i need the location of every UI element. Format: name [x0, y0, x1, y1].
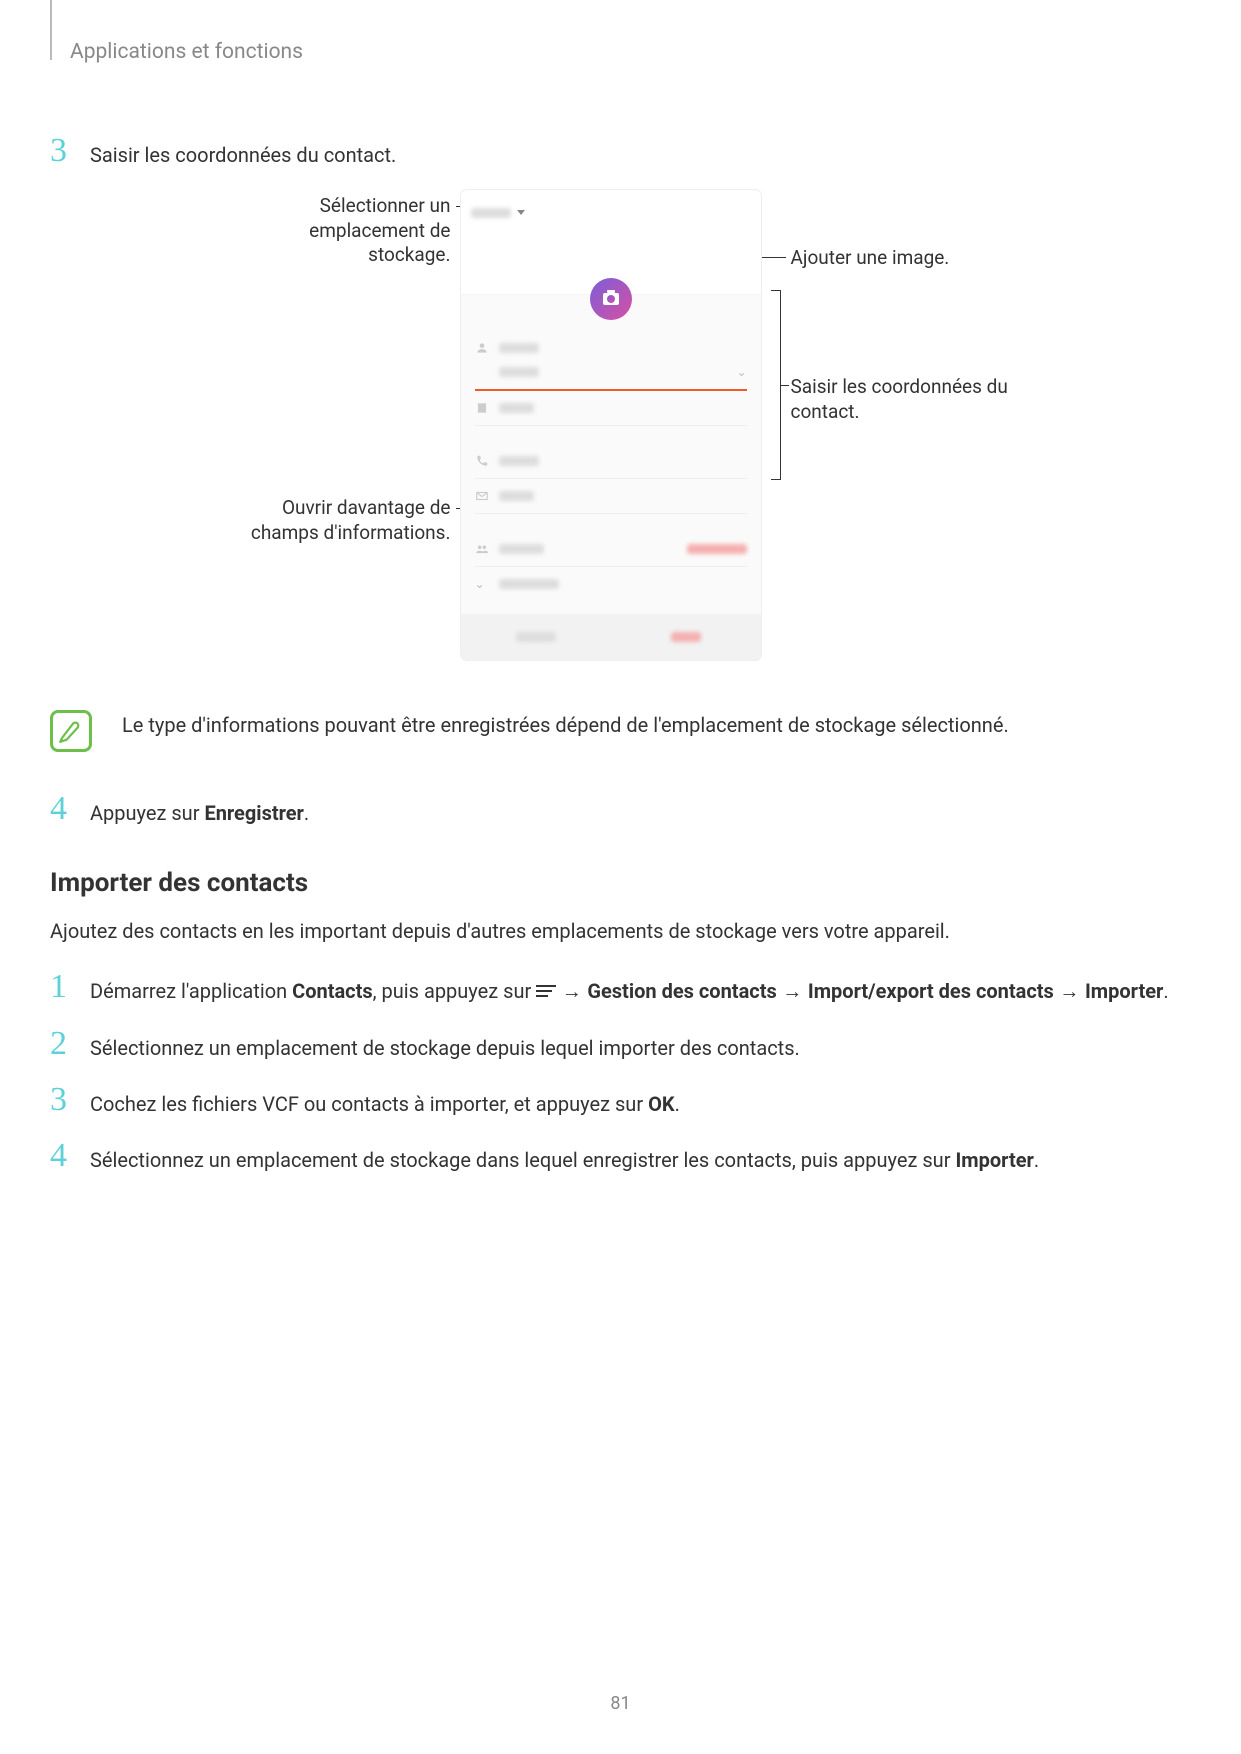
- step-text: Saisir les coordonnées du contact.: [90, 134, 396, 170]
- text-fragment: Cochez les fichiers VCF ou contacts à im…: [90, 1092, 648, 1116]
- step-number: 1: [50, 970, 90, 1004]
- section-intro: Ajoutez des contacts en les important de…: [50, 916, 1171, 946]
- step-number: 4: [50, 1139, 90, 1173]
- menu-icon: [536, 982, 556, 1000]
- step-number: 2: [50, 1027, 90, 1061]
- chevron-down-icon: [517, 210, 525, 215]
- field-name-first: Name: [475, 331, 747, 365]
- contact-edit-diagram: Sélectionner un emplacement de stockage.…: [201, 190, 1021, 670]
- step-3: 3 Saisir les coordonnées du contact.: [50, 134, 1171, 170]
- text-bold: Importer: [1085, 979, 1163, 1003]
- callout-storage: Sélectionner un emplacement de stockage.: [231, 194, 451, 268]
- not-assigned-label: Not assigned: [687, 544, 747, 554]
- field-name-last: Name ⌄: [475, 365, 747, 391]
- field-placeholder: Groups: [499, 544, 544, 554]
- page-header: Applications et fonctions: [50, 40, 1171, 64]
- save-button: Save: [611, 614, 761, 660]
- text-fragment: .: [1034, 1148, 1039, 1172]
- section-title-import: Importer des contacts: [50, 868, 1171, 898]
- text-bold: Contacts: [292, 979, 373, 1003]
- camera-icon: [603, 293, 619, 305]
- cancel-button: Cancel: [461, 614, 611, 660]
- phone-icon: [475, 454, 489, 468]
- import-step-2: 2 Sélectionnez un emplacement de stockag…: [50, 1027, 1171, 1063]
- step-text: Cochez les fichiers VCF ou contacts à im…: [90, 1083, 680, 1119]
- field-placeholder: Name: [499, 367, 539, 377]
- step-number: 3: [50, 1083, 90, 1117]
- text-fragment: Appuyez sur: [90, 801, 204, 825]
- text-bold: Importer: [955, 1148, 1033, 1172]
- field-groups: Groups Not assigned: [475, 532, 747, 567]
- field-email: Email: [475, 479, 747, 514]
- callout-enter-details: Saisir les coordonnées du contact.: [791, 375, 1021, 424]
- text-fragment: .: [304, 801, 309, 825]
- text-bold: Import/export des contacts: [808, 979, 1054, 1003]
- text-fragment: Sélectionnez un emplacement de stockage …: [90, 1148, 955, 1172]
- callout-more-fields: Ouvrir davantage de champs d'information…: [211, 496, 451, 545]
- step-number: 3: [50, 134, 90, 168]
- note-icon: [50, 710, 92, 752]
- cancel-label: Cancel: [516, 632, 556, 642]
- step-4: 4 Appuyez sur Enregistrer.: [50, 792, 1171, 828]
- view-more-row: ⌄ View more: [475, 567, 747, 601]
- bracket-fields: [771, 290, 781, 480]
- callout-add-image: Ajouter une image.: [791, 246, 950, 271]
- save-label: Save: [671, 632, 701, 642]
- field-placeholder: Phone: [499, 456, 539, 466]
- field-work: Work: [475, 391, 747, 426]
- building-icon: [475, 401, 489, 415]
- view-more-label: View more: [499, 579, 559, 589]
- field-placeholder: Name: [499, 343, 539, 353]
- chevron-down-icon: ⌄: [475, 577, 489, 591]
- import-step-3: 3 Cochez les fichiers VCF ou contacts à …: [50, 1083, 1171, 1119]
- text-fragment: .: [1163, 979, 1168, 1003]
- import-step-4: 4 Sélectionnez un emplacement de stockag…: [50, 1139, 1171, 1175]
- arrow-icon: →: [777, 981, 808, 1003]
- callout-line: [781, 385, 789, 386]
- email-icon: [475, 489, 489, 503]
- note-box: Le type d'informations pouvant être enre…: [50, 710, 1171, 752]
- groups-icon: [475, 542, 489, 556]
- storage-label: Phone: [471, 208, 511, 218]
- field-placeholder: Work: [499, 403, 534, 413]
- note-text: Le type d'informations pouvant être enre…: [122, 710, 1009, 740]
- chevron-down-icon: ⌄: [736, 365, 746, 379]
- step-text: Appuyez sur Enregistrer.: [90, 792, 309, 828]
- import-step-1: 1 Démarrez l'application Contacts, puis …: [50, 970, 1171, 1007]
- text-fragment: , puis appuyez sur: [373, 979, 537, 1003]
- step-number: 4: [50, 792, 90, 826]
- add-photo-button: [590, 278, 632, 320]
- field-phone: Phone: [475, 444, 747, 479]
- field-placeholder: Email: [499, 491, 534, 501]
- mock-storage-selector: Phone: [461, 190, 761, 235]
- text-bold: Enregistrer: [204, 801, 303, 825]
- header-accent-line: [50, 0, 52, 60]
- step-text: Sélectionnez un emplacement de stockage …: [90, 1139, 1039, 1175]
- text-bold: OK: [648, 1092, 675, 1116]
- page-number: 81: [610, 1693, 630, 1714]
- text-fragment: Démarrez l'application: [90, 979, 292, 1003]
- text-bold: Gestion des contacts: [587, 979, 776, 1003]
- phone-mockup: Phone Name Name ⌄: [461, 190, 761, 660]
- text-fragment: .: [675, 1092, 680, 1116]
- person-icon: [475, 341, 489, 355]
- step-text: Démarrez l'application Contacts, puis ap…: [90, 970, 1169, 1007]
- arrow-icon: →: [556, 981, 587, 1003]
- step-text: Sélectionnez un emplacement de stockage …: [90, 1027, 800, 1063]
- arrow-icon: →: [1054, 981, 1085, 1003]
